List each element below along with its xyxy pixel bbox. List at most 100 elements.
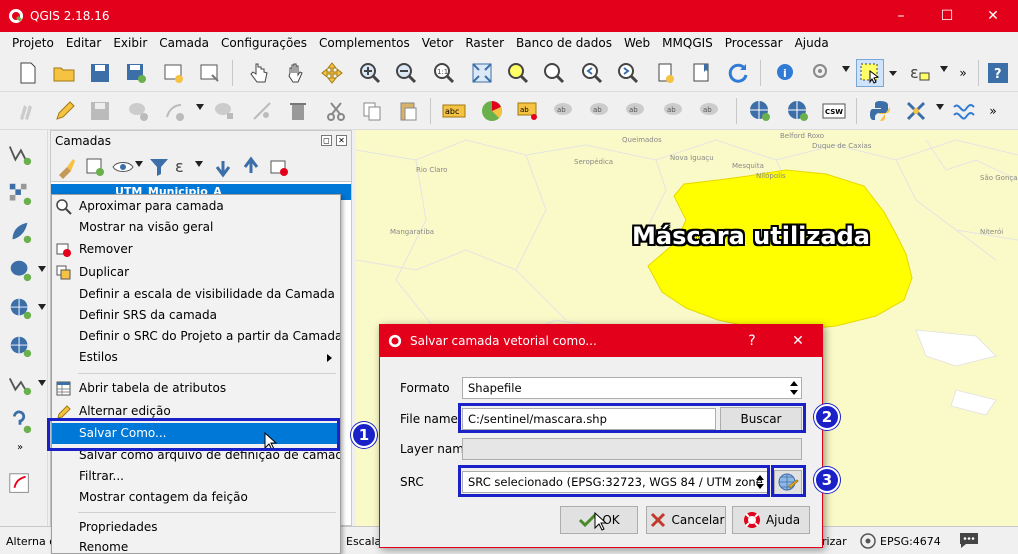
toggle-editing-icon[interactable]	[50, 97, 78, 125]
open-project-icon[interactable]	[50, 59, 78, 87]
menu-item-scale-visibility[interactable]: Definir a escala de visibilidade da Cama…	[52, 284, 340, 305]
menu-configuracoes[interactable]: Configurações	[215, 36, 313, 50]
graphical-modeler-icon[interactable]	[950, 97, 978, 125]
refresh-icon[interactable]	[724, 59, 752, 87]
pan-to-selection-icon[interactable]	[318, 59, 346, 87]
filter-expression-icon[interactable]: ε	[169, 153, 197, 181]
zoom-to-layer-icon[interactable]	[540, 59, 568, 87]
change-label-icon[interactable]: ab	[696, 97, 724, 125]
add-postgis-layer-icon[interactable]	[6, 256, 34, 284]
node-tool-icon[interactable]	[210, 97, 238, 125]
add-wms-icon[interactable]	[6, 332, 34, 360]
add-spatialite-layer-icon[interactable]	[6, 294, 34, 322]
zoom-out-icon[interactable]	[392, 59, 420, 87]
expression-select-icon[interactable]: ε	[906, 59, 934, 87]
zoom-last-icon[interactable]	[578, 59, 606, 87]
label-toolbar-icon[interactable]: abc	[440, 97, 468, 125]
add-group-icon[interactable]	[81, 153, 109, 181]
show-hide-labels-icon[interactable]: ab	[622, 97, 650, 125]
menu-camada[interactable]: Camada	[153, 36, 215, 50]
crs-icon[interactable]	[860, 533, 876, 549]
vtoolbar-overflow-icon[interactable]: »	[6, 440, 34, 454]
menu-item-remove[interactable]: Remover	[52, 239, 340, 260]
menu-item-set-project-src[interactable]: Definir o SRC do Projeto a partir da Cam…	[52, 326, 340, 347]
zoom-full-icon[interactable]	[468, 59, 496, 87]
messages-icon[interactable]	[958, 531, 980, 549]
new-temporary-layer-icon[interactable]	[6, 408, 34, 436]
delete-selected-icon[interactable]	[284, 97, 312, 125]
select-by-location-icon[interactable]	[808, 59, 836, 87]
maximize-button[interactable]: ☐	[924, 0, 970, 32]
pan-icon[interactable]	[282, 59, 310, 87]
add-raster-layer-icon[interactable]	[6, 180, 34, 208]
toolbar-overflow-icon[interactable]: »	[954, 59, 972, 87]
menu-ajuda[interactable]: Ajuda	[789, 36, 835, 50]
geoprocessing-icon[interactable]	[6, 470, 34, 498]
menu-item-properties[interactable]: Propriedades	[52, 517, 340, 538]
help-button[interactable]: Ajuda	[732, 506, 810, 534]
show-bookmarks-icon[interactable]	[688, 59, 716, 87]
zoom-in-icon[interactable]	[356, 59, 384, 87]
python-console-icon[interactable]	[866, 97, 894, 125]
select-dropdown-icon[interactable]	[886, 59, 900, 87]
save-as-icon[interactable]	[122, 59, 150, 87]
render-toggle[interactable]: rizar	[822, 535, 847, 548]
float-panel-icon[interactable]: ◻	[321, 135, 332, 146]
menu-editar[interactable]: Editar	[60, 36, 108, 50]
layername-input[interactable]	[462, 438, 802, 460]
help-icon[interactable]: ?	[984, 59, 1012, 87]
current-edits-icon[interactable]	[14, 97, 42, 125]
dialog-help-button[interactable]: ?	[732, 325, 772, 357]
highlight-labels-icon[interactable]: ab	[550, 97, 578, 125]
processing-toolbox-icon[interactable]	[902, 97, 930, 125]
menu-complementos[interactable]: Complementos	[313, 36, 416, 50]
menu-item-filter[interactable]: Filtrar...	[52, 466, 340, 487]
touch-zoom-icon[interactable]	[244, 59, 272, 87]
cancel-button[interactable]: Cancelar	[646, 506, 726, 534]
composer-manager-icon[interactable]	[196, 59, 224, 87]
menu-item-attribute-table[interactable]: Abrir tabela de atributos	[52, 378, 340, 399]
menu-item-styles[interactable]: Estilos	[52, 347, 340, 368]
menu-exibir[interactable]: Exibir	[107, 36, 153, 50]
menu-raster[interactable]: Raster	[459, 36, 510, 50]
csw-icon[interactable]: CSW	[820, 97, 848, 125]
menu-processar[interactable]: Processar	[719, 36, 789, 50]
add-wcs-layer-icon[interactable]	[784, 97, 812, 125]
copy-features-icon[interactable]	[358, 97, 386, 125]
close-button[interactable]: ✕	[970, 0, 1016, 32]
menu-item-feature-count[interactable]: Mostrar contagem da feição	[52, 487, 340, 508]
select-features-icon[interactable]	[856, 59, 884, 87]
menu-item-rename[interactable]: Renome	[52, 537, 340, 553]
expand-all-icon[interactable]	[209, 153, 237, 181]
collapse-all-icon[interactable]	[237, 153, 265, 181]
rotate-label-icon[interactable]: ab	[660, 97, 688, 125]
pin-labels-icon[interactable]: ab	[514, 97, 542, 125]
identify-icon[interactable]: i	[772, 59, 800, 87]
move-label-icon[interactable]: ab	[586, 97, 614, 125]
add-wms-layer-icon[interactable]	[746, 97, 774, 125]
diagram-icon[interactable]	[478, 97, 506, 125]
snapping-icon[interactable]	[248, 97, 276, 125]
menu-projeto[interactable]: Projeto	[6, 36, 60, 50]
zoom-native-icon[interactable]: 1:1	[430, 59, 458, 87]
menu-item-zoom-to-layer[interactable]: Aproximar para camada	[52, 196, 340, 217]
remove-layer-icon[interactable]	[265, 153, 293, 181]
new-print-composer-icon[interactable]	[160, 59, 188, 87]
save-project-icon[interactable]	[86, 59, 114, 87]
format-select[interactable]: Shapefile	[462, 377, 802, 399]
new-project-icon[interactable]	[14, 59, 42, 87]
save-edits-icon[interactable]	[86, 97, 114, 125]
menu-item-show-in-overview[interactable]: Mostrar na visão geral	[52, 217, 340, 238]
close-panel-icon[interactable]: ✕	[336, 135, 347, 146]
crs-status[interactable]: EPSG:4674	[880, 535, 941, 548]
minimize-button[interactable]: –	[878, 0, 924, 32]
menu-item-duplicate[interactable]: Duplicar	[52, 262, 340, 283]
add-wfs-layer-icon[interactable]	[6, 370, 34, 398]
style-manager-icon[interactable]	[53, 153, 81, 181]
cut-features-icon[interactable]	[322, 97, 350, 125]
menu-banco-de-dados[interactable]: Banco de dados	[510, 36, 618, 50]
toolbar2-overflow-icon[interactable]: »	[984, 97, 1002, 125]
add-vector-layer-icon[interactable]	[6, 140, 34, 168]
menu-item-set-layer-srs[interactable]: Definir SRS da camada	[52, 305, 340, 326]
zoom-next-icon[interactable]	[614, 59, 642, 87]
